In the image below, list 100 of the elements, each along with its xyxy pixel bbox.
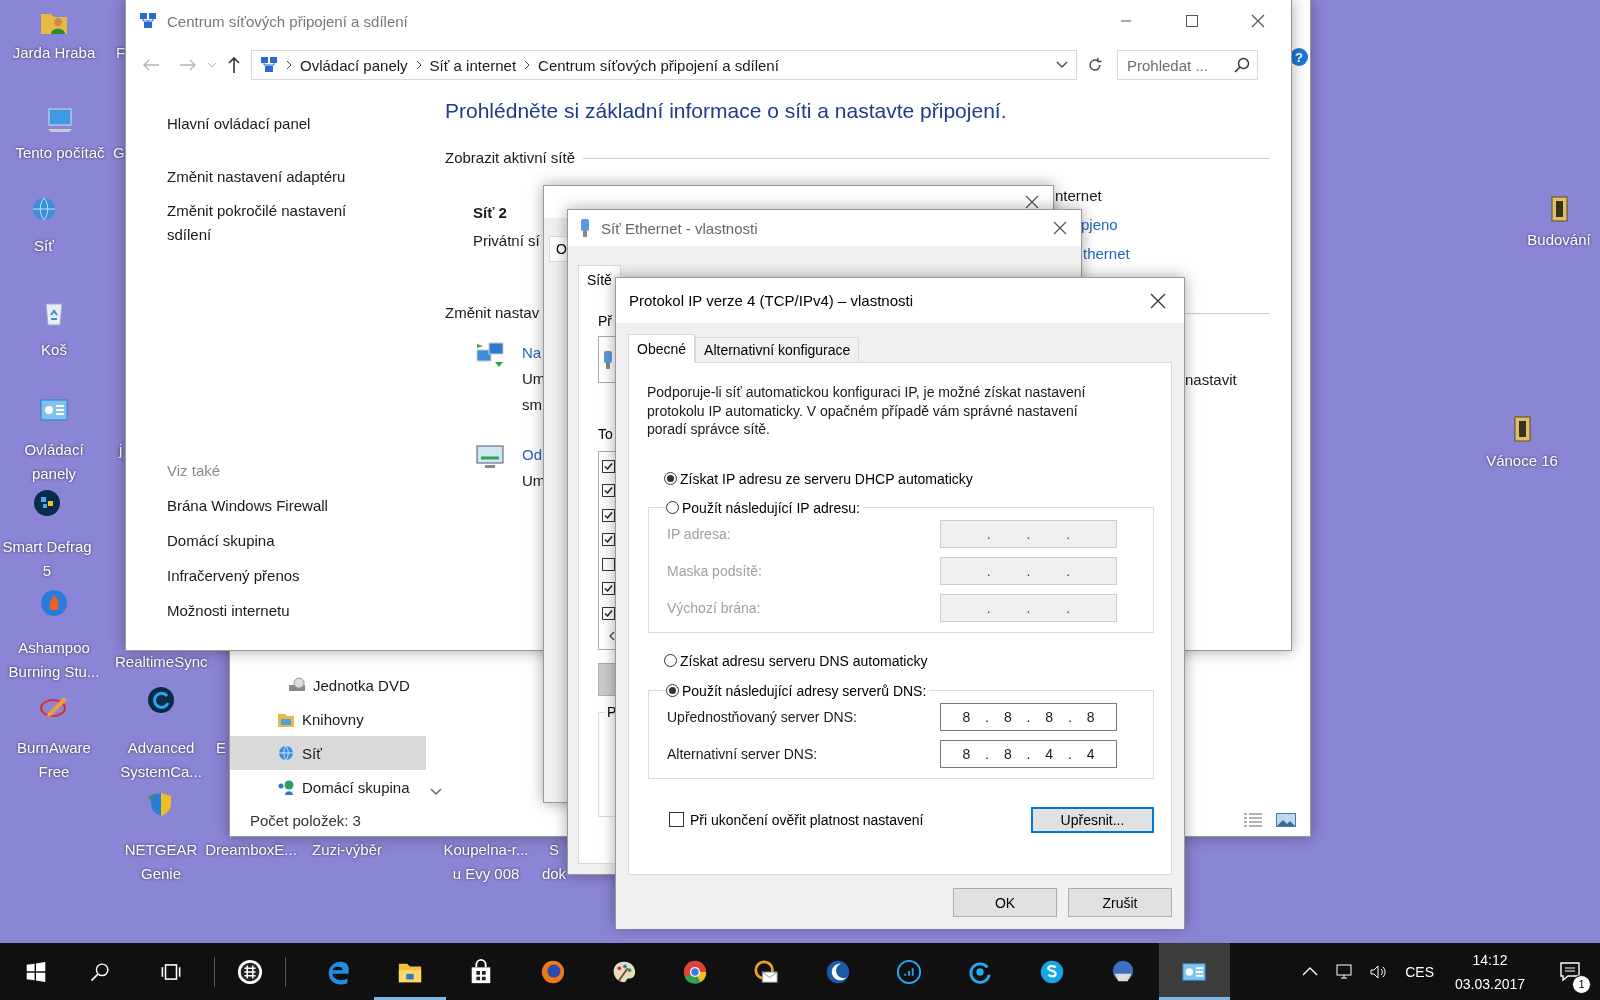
status-text: Počet položek: 3 bbox=[250, 811, 361, 829]
access-type-text: nternet bbox=[1055, 186, 1102, 206]
check-icon bbox=[604, 608, 613, 618]
cancel-button[interactable]: Zrušit bbox=[1068, 888, 1172, 917]
close-icon[interactable] bbox=[1150, 292, 1166, 309]
caret-down-icon[interactable] bbox=[1056, 61, 1068, 69]
checkbox[interactable] bbox=[602, 508, 615, 522]
radio-button[interactable]: Získat adresu serveru DNS automaticky bbox=[664, 650, 1154, 671]
checkbox[interactable] bbox=[602, 606, 615, 620]
check-icon bbox=[604, 486, 613, 496]
field-label: To bbox=[598, 425, 613, 443]
tab[interactable]: Alternativní konfigurace bbox=[695, 337, 860, 362]
search-icon[interactable] bbox=[1234, 57, 1250, 73]
checkbox[interactable] bbox=[602, 557, 615, 571]
clock-time[interactable]: 14:12 bbox=[1472, 947, 1508, 972]
nav-item-label[interactable]: Jednotka DVD bbox=[313, 676, 410, 694]
address-bar[interactable]: Ovládací panely Síť a internet Centrum síťových připojení a sdílení bbox=[251, 50, 1077, 80]
checkbox[interactable] bbox=[602, 533, 615, 547]
checkbox[interactable] bbox=[602, 582, 615, 596]
connection-link[interactable]: thernet bbox=[1083, 242, 1130, 266]
clock-date[interactable]: 03.03.2017 bbox=[1454, 971, 1526, 996]
radio-button[interactable]: Použít následující IP adresu: bbox=[666, 497, 860, 518]
up-arrow-icon[interactable] bbox=[227, 56, 241, 74]
sidebar-link[interactable]: Brána Windows Firewall bbox=[167, 494, 445, 518]
window-title: Síť Ethernet - vlastnosti bbox=[601, 219, 759, 237]
sidebar-link[interactable]: Infračervený přenos bbox=[167, 564, 445, 588]
ip-address-field[interactable]: 8 . 8 . 8 . 8 bbox=[940, 702, 1117, 731]
section-heading: Změnit nastav bbox=[445, 303, 540, 323]
color-wheel-icon bbox=[682, 958, 709, 985]
breadcrumb-item[interactable]: Síť a internet bbox=[429, 56, 517, 74]
grid-circle-icon[interactable] bbox=[31, 487, 63, 519]
thumbnail-view-icon[interactable] bbox=[1276, 813, 1296, 827]
ip-address-field: . . . bbox=[940, 593, 1117, 622]
task-description: nastavit bbox=[1185, 370, 1237, 390]
dots-circle-icon bbox=[896, 958, 922, 985]
checkbox[interactable]: Při ukončení ověřit platnost nastavení bbox=[669, 811, 924, 828]
search-field[interactable]: Prohledat ... bbox=[1117, 50, 1258, 80]
crescent-icon bbox=[824, 958, 851, 985]
scroll-down-icon[interactable] bbox=[430, 788, 442, 796]
sidebar-link[interactable]: Změnit nastavení adaptéru bbox=[167, 165, 382, 189]
sidebar-link[interactable]: Změnit pokročilé nastavení sdílení bbox=[167, 199, 382, 247]
maximize-icon[interactable] bbox=[1185, 14, 1199, 28]
nav-item-label[interactable]: Domácí skupina bbox=[302, 778, 410, 796]
sidebar-link[interactable]: Domácí skupina bbox=[167, 529, 445, 553]
taskbar-button[interactable] bbox=[1158, 943, 1230, 1000]
task-link[interactable]: Na bbox=[522, 340, 546, 366]
field-label: Př bbox=[598, 312, 612, 330]
nav-item-label[interactable]: Knihovny bbox=[302, 710, 364, 728]
check-icon bbox=[604, 535, 613, 545]
close-icon[interactable] bbox=[1251, 14, 1265, 28]
network-icon[interactable] bbox=[1335, 962, 1354, 981]
radio-button[interactable]: Použít následující adresy serverů DNS: bbox=[666, 680, 927, 701]
sidebar-link[interactable]: Možnosti internetu bbox=[167, 599, 445, 623]
task-link[interactable]: Od bbox=[522, 442, 546, 468]
notification-icon[interactable] bbox=[1559, 960, 1581, 983]
advanced-button[interactable]: Upřesnit... bbox=[1031, 806, 1154, 833]
connection-link[interactable]: pjeno bbox=[1081, 213, 1118, 237]
network-icon bbox=[139, 12, 157, 30]
field-label: Maska podsítě: bbox=[667, 562, 763, 579]
globe-icon bbox=[539, 958, 566, 985]
check-icon bbox=[604, 510, 613, 520]
checkbox[interactable] bbox=[602, 459, 615, 473]
close-icon[interactable] bbox=[1025, 195, 1039, 209]
breadcrumb-item[interactable]: Centrum síťových připojení a sdílení bbox=[538, 56, 779, 74]
group-label: P bbox=[606, 703, 618, 721]
nav-item[interactable]: Síť bbox=[230, 736, 426, 770]
language-indicator[interactable]: CES bbox=[1405, 963, 1434, 980]
sidebar-link[interactable]: Hlavní ovládací panel bbox=[167, 112, 382, 136]
section-heading: Zobrazit aktivní sítě bbox=[445, 148, 576, 168]
radio-button[interactable]: Získat IP adresu ze serveru DHCP automaticky bbox=[664, 468, 1154, 489]
refresh-circle-icon[interactable] bbox=[145, 684, 177, 716]
nav-item[interactable]: Jednotka DVD bbox=[230, 668, 426, 702]
ok-button[interactable]: OK bbox=[953, 888, 1057, 917]
window-title: Centrum síťových připojení a sdílení bbox=[167, 12, 409, 30]
search-icon[interactable] bbox=[90, 961, 110, 982]
monitor-icon bbox=[475, 442, 505, 470]
nav-item[interactable]: Knihovny bbox=[230, 702, 426, 736]
network-name: Síť 2 bbox=[473, 203, 507, 223]
refresh-icon[interactable] bbox=[1087, 57, 1103, 73]
description-text: Podporuje-li síť automatickou konfiguraci IP, je možné získat nastavení protokolu IP automaticky. V opačném případě vám správné nastavení poradí správce sítě. bbox=[647, 383, 1087, 439]
tab[interactable]: Obecné bbox=[628, 334, 696, 363]
field-label: Upřednostňovaný server DNS: bbox=[667, 708, 858, 725]
tab[interactable]: Sítě bbox=[578, 265, 621, 294]
breadcrumb-item[interactable]: Ovládací panely bbox=[300, 56, 408, 74]
field-label: Alternativní server DNS: bbox=[667, 745, 819, 762]
network-type: Privátní sí bbox=[473, 231, 540, 251]
chevron-right-icon bbox=[415, 60, 422, 70]
circle-grid-icon bbox=[237, 958, 263, 985]
disc-drive-icon bbox=[288, 676, 306, 694]
close-icon[interactable] bbox=[1053, 221, 1067, 235]
scroll-left-icon[interactable] bbox=[609, 630, 615, 641]
nav-item[interactable]: Domácí skupina bbox=[230, 770, 426, 804]
start-icon[interactable] bbox=[26, 961, 46, 982]
nav-item-label[interactable]: Síť bbox=[302, 744, 322, 762]
section-heading: Viz také bbox=[167, 461, 222, 481]
network-adapter-icon bbox=[601, 349, 615, 370]
checkbox[interactable] bbox=[602, 484, 615, 498]
ip-address-field[interactable]: 8 . 8 . 4 . 4 bbox=[940, 739, 1117, 768]
notification-badge: 1 bbox=[1572, 974, 1591, 994]
chevron-right-icon bbox=[524, 60, 531, 70]
